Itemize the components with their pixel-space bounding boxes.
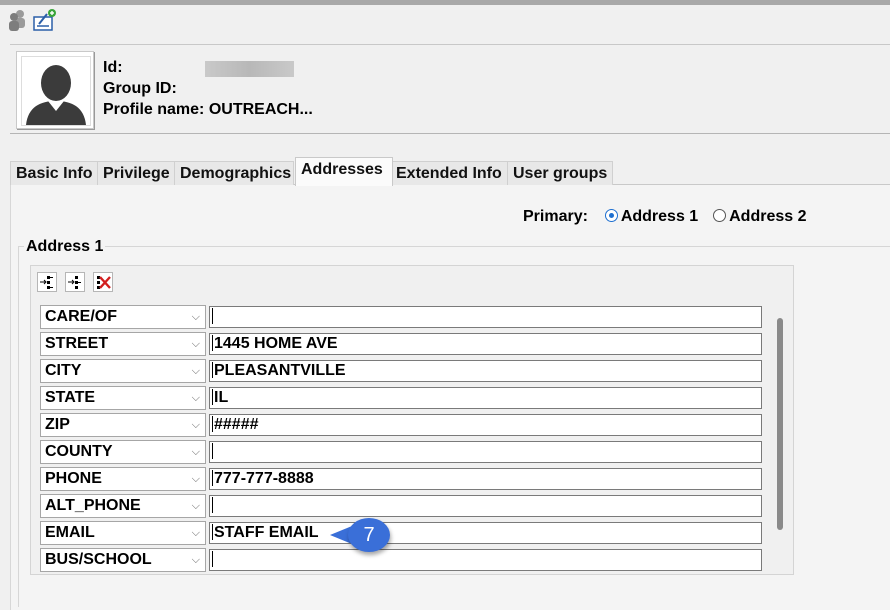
field-type-label: CARE/OF [45, 308, 117, 325]
field-value-input[interactable] [209, 441, 762, 463]
field-value-input[interactable]: IL [209, 387, 762, 409]
window-top-border [0, 0, 890, 5]
group-id-label: Group ID: [103, 80, 177, 97]
avatar-icon [26, 65, 86, 125]
field-type-label: BUS/SCHOOL [45, 551, 152, 568]
field-value-text: IL [214, 389, 229, 406]
radio-address-1[interactable]: Address 1 [604, 208, 699, 225]
profile-photo [16, 51, 94, 129]
field-type-dropdown[interactable]: BUS/SCHOOL ⌵ [40, 548, 206, 572]
radio-unchecked-icon[interactable] [713, 209, 727, 222]
field-value-input[interactable]: PLEASANTVILLE [209, 360, 762, 382]
users-icon[interactable] [6, 8, 28, 32]
fields-scrollbar[interactable] [777, 318, 783, 530]
field-type-label: ALT_PHONE [45, 497, 141, 514]
profile-name-label: Profile name: [103, 101, 205, 118]
chevron-down-icon: ⌵ [191, 500, 200, 512]
text-caret [212, 335, 213, 351]
chevron-down-icon: ⌵ [191, 392, 200, 404]
field-value-input[interactable]: ##### [209, 414, 762, 436]
field-type-dropdown[interactable]: ALT_PHONE ⌵ [40, 494, 206, 518]
field-type-label: ZIP [45, 416, 70, 433]
field-value-text: PLEASANTVILLE [214, 362, 346, 379]
radio-checked-icon[interactable] [604, 209, 618, 222]
field-type-dropdown[interactable]: ZIP ⌵ [40, 413, 206, 437]
field-type-dropdown[interactable]: CARE/OF ⌵ [40, 305, 206, 329]
text-caret [212, 470, 213, 486]
id-value-redacted [205, 61, 294, 77]
insert-row-icon [40, 276, 53, 289]
field-value-input[interactable]: 777-777-8888 [209, 468, 762, 490]
field-value-input[interactable] [209, 549, 762, 571]
append-row-icon [68, 276, 81, 289]
field-value-input[interactable]: STAFF EMAIL [209, 522, 762, 544]
text-caret [212, 551, 213, 567]
chevron-down-icon: ⌵ [191, 365, 200, 377]
text-caret [212, 389, 213, 405]
text-caret [212, 416, 213, 432]
delete-row-button[interactable] [93, 272, 113, 292]
tab-demographics[interactable]: Demographics [174, 161, 294, 185]
field-type-label: CITY [45, 362, 82, 379]
text-caret [212, 524, 213, 540]
primary-address-selector: Primary: Address 1 Address 2 [523, 208, 806, 226]
tab-extended-info[interactable]: Extended Info [390, 161, 508, 185]
radio-address-2[interactable]: Address 2 [713, 208, 806, 225]
field-value-text: 777-777-8888 [214, 470, 314, 487]
field-value-text: 1445 HOME AVE [214, 335, 338, 352]
step-callout-badge: 7 [348, 518, 390, 552]
radio-address-2-label: Address 2 [729, 208, 807, 225]
field-type-dropdown[interactable]: STATE ⌵ [40, 386, 206, 410]
field-type-dropdown[interactable]: CITY ⌵ [40, 359, 206, 383]
edit-document-icon[interactable] [32, 8, 56, 32]
profile-name-value: OUTREACH... [208, 101, 313, 118]
primary-label: Primary: [523, 208, 588, 225]
text-caret [212, 443, 213, 459]
id-label: Id: [103, 59, 123, 76]
chevron-down-icon: ⌵ [191, 527, 200, 539]
text-caret [212, 497, 213, 513]
tab-user-groups[interactable]: User groups [507, 161, 613, 185]
field-type-dropdown[interactable]: PHONE ⌵ [40, 467, 206, 491]
tab-addresses[interactable]: Addresses [295, 157, 393, 186]
field-value-input[interactable]: 1445 HOME AVE [209, 333, 762, 355]
field-type-dropdown[interactable]: COUNTY ⌵ [40, 440, 206, 464]
address-group-title: Address 1 [24, 238, 106, 256]
append-row-button[interactable] [65, 272, 85, 292]
chevron-down-icon: ⌵ [191, 446, 200, 458]
field-value-text: ##### [214, 416, 259, 433]
tab-basic-info[interactable]: Basic Info [10, 161, 104, 185]
text-caret [212, 362, 213, 378]
add-row-button[interactable] [37, 272, 57, 292]
field-value-input[interactable] [209, 306, 762, 328]
chevron-down-icon: ⌵ [191, 473, 200, 485]
tab-privilege[interactable]: Privilege [97, 161, 175, 185]
field-value-text: STAFF EMAIL [214, 524, 319, 541]
field-type-label: PHONE [45, 470, 102, 487]
chevron-down-icon: ⌵ [191, 338, 200, 350]
radio-address-1-label: Address 1 [620, 208, 699, 225]
field-type-dropdown[interactable]: EMAIL ⌵ [40, 521, 206, 545]
field-type-label: COUNTY [45, 443, 113, 460]
field-value-input[interactable] [209, 495, 762, 517]
field-type-label: EMAIL [45, 524, 95, 541]
field-type-label: STATE [45, 389, 96, 406]
chevron-down-icon: ⌵ [191, 554, 200, 566]
delete-row-icon [97, 276, 111, 289]
chevron-down-icon: ⌵ [191, 311, 200, 323]
profile-name-row: Profile name: OUTREACH... [103, 101, 313, 119]
field-type-label: STREET [45, 335, 109, 352]
text-caret [212, 308, 213, 324]
field-type-dropdown[interactable]: STREET ⌵ [40, 332, 206, 356]
chevron-down-icon: ⌵ [191, 419, 200, 431]
